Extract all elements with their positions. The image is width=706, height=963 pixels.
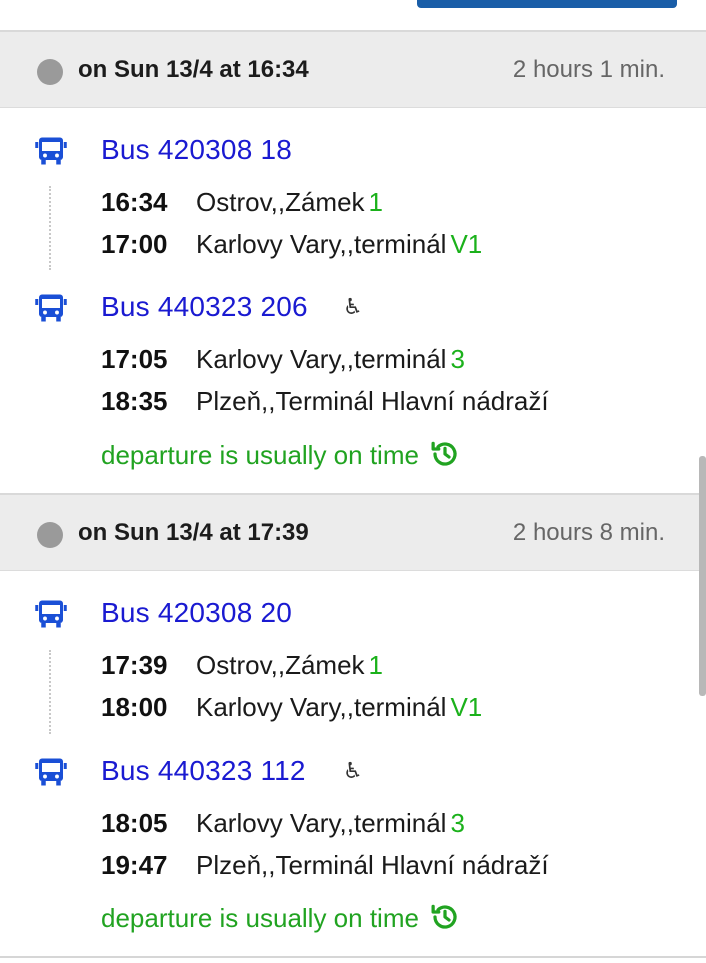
stop-time: 16:34 — [101, 187, 168, 217]
connection-header[interactable]: on Sun 13/4 at 17:39 2 hours 8 min. — [0, 493, 706, 571]
line-title[interactable]: Bus 420308 20 — [101, 597, 292, 629]
stop-time: 17:05 — [101, 344, 168, 374]
line-title[interactable]: Bus 420308 18 — [101, 134, 292, 166]
punctuality-info: departure is usually on time — [101, 439, 461, 471]
stop-name: Ostrov,,Zámek — [196, 650, 365, 680]
status-dot — [37, 522, 63, 548]
transfer-dotted-line — [49, 186, 51, 270]
punctuality-text: departure is usually on time — [101, 440, 419, 470]
stop-row: 16:34 Ostrov,,Zámek 1 — [101, 187, 383, 218]
line-title[interactable]: Bus 440323 206 — [101, 291, 308, 323]
connection-datetime: on Sun 13/4 at 17:39 — [78, 519, 309, 546]
bus-icon — [35, 758, 67, 786]
stop-row: 19:47 Plzeň,,Terminál Hlavní nádraží — [101, 850, 549, 881]
stop-time: 18:00 — [101, 692, 168, 722]
stop-name: Ostrov,,Zámek — [196, 187, 365, 217]
scrollbar[interactable] — [699, 456, 706, 696]
divider — [0, 956, 706, 958]
stop-row: 18:35 Plzeň,,Terminál Hlavní nádraží — [101, 386, 549, 417]
stop-time: 18:35 — [101, 386, 168, 416]
stop-name: Karlovy Vary,,terminál — [196, 808, 447, 838]
stop-time: 18:05 — [101, 808, 168, 838]
stop-name: Karlovy Vary,,terminál — [196, 692, 447, 722]
stop-platform: 3 — [450, 808, 465, 838]
stop-platform: 1 — [368, 187, 384, 217]
punctuality-info: departure is usually on time — [101, 902, 461, 934]
transfer-dotted-line — [49, 650, 51, 734]
bus-icon — [35, 294, 67, 322]
punctuality-text: departure is usually on time — [101, 903, 419, 933]
stop-row: 18:00 Karlovy Vary,,terminál V1 — [101, 692, 482, 723]
stop-row: 17:05 Karlovy Vary,,terminál 3 — [101, 344, 465, 375]
stop-platform: 1 — [368, 650, 384, 680]
connection-datetime: on Sun 13/4 at 16:34 — [78, 56, 309, 83]
stop-platform: 3 — [450, 344, 465, 374]
stop-time: 17:00 — [101, 229, 168, 259]
top-action-button[interactable] — [417, 0, 677, 8]
bus-icon — [35, 600, 67, 628]
stop-name: Karlovy Vary,,terminál — [196, 344, 447, 374]
stop-platform: V1 — [450, 229, 483, 259]
stop-row: 17:00 Karlovy Vary,,terminál V1 — [101, 229, 482, 260]
connection-duration: 2 hours 1 min. — [512, 56, 665, 83]
stop-platform: V1 — [450, 692, 483, 722]
stop-name: Plzeň,,Terminál Hlavní nádraží — [196, 850, 549, 880]
wheelchair-icon: ♿ — [343, 294, 363, 319]
line-title[interactable]: Bus 440323 112 — [101, 755, 306, 787]
status-dot — [37, 59, 63, 85]
stop-name: Plzeň,,Terminál Hlavní nádraží — [196, 386, 549, 416]
stop-time: 19:47 — [101, 850, 168, 880]
connection-header[interactable]: on Sun 13/4 at 16:34 2 hours 1 min. — [0, 30, 706, 108]
wheelchair-icon: ♿ — [343, 758, 363, 783]
bus-icon — [35, 137, 67, 165]
stop-row: 17:39 Ostrov,,Zámek 1 — [101, 650, 383, 681]
connection-duration: 2 hours 8 min. — [512, 519, 665, 546]
stop-name: Karlovy Vary,,terminál — [196, 229, 447, 259]
history-icon — [431, 441, 457, 466]
history-icon — [431, 904, 457, 929]
stop-time: 17:39 — [101, 650, 168, 680]
stop-row: 18:05 Karlovy Vary,,terminál 3 — [101, 808, 465, 839]
